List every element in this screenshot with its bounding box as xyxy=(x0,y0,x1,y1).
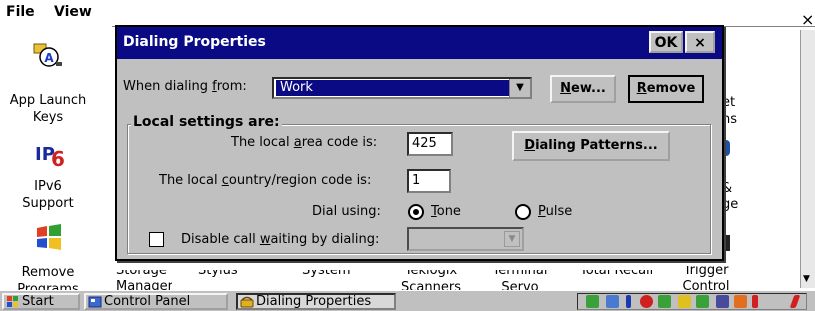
teklogix-scanners-label: Teklogix Scanners xyxy=(401,270,461,290)
new-location-button[interactable]: New... xyxy=(550,75,616,103)
info-icon[interactable] xyxy=(626,295,631,308)
disable-call-waiting-checkbox[interactable] xyxy=(149,232,164,247)
phone-icon xyxy=(240,296,254,308)
chevron-down-icon[interactable]: ▼ xyxy=(509,79,530,97)
connection-icon[interactable] xyxy=(606,295,619,308)
control-panel-icon xyxy=(88,296,102,308)
scroll-down-arrow-icon[interactable]: ▼ xyxy=(803,274,810,284)
pulse-label[interactable]: Pulse xyxy=(538,204,572,219)
signal-icon[interactable] xyxy=(752,295,758,308)
taskbar-dialing-properties[interactable]: Dialing Properties xyxy=(236,293,396,310)
chevron-down-icon[interactable]: ▼ xyxy=(504,231,520,247)
storage-manager-label: Storage Manager xyxy=(116,270,172,290)
dialing-from-value: Work xyxy=(276,80,514,96)
call-waiting-select[interactable]: ▼ xyxy=(407,227,524,251)
item-label: App Launch Keys xyxy=(9,93,87,125)
country-code-label: The local country/region code is: xyxy=(159,173,372,188)
control-panel-title-area xyxy=(112,0,815,27)
menu-file[interactable]: File xyxy=(6,4,35,20)
remove-location-button[interactable]: Remove xyxy=(628,75,704,103)
dialing-from-select[interactable]: Work ▼ xyxy=(272,77,532,99)
pulse-radio[interactable] xyxy=(515,204,531,220)
scanner-icon[interactable] xyxy=(734,295,747,308)
remove-programs-icon xyxy=(37,224,61,250)
pen-icon[interactable] xyxy=(789,295,801,308)
ipv6-icon: IP 6 xyxy=(35,144,65,170)
app-launch-keys-icon: A xyxy=(33,43,62,67)
control-panel-task-label: Control Panel xyxy=(104,294,191,309)
svg-text:A: A xyxy=(44,51,54,65)
system-tray xyxy=(577,293,807,310)
item-label-fragment: ns xyxy=(722,112,738,127)
tone-radio[interactable] xyxy=(408,204,424,220)
total-recall-label: Total Recall xyxy=(580,270,654,278)
network-icon[interactable] xyxy=(586,295,599,308)
taskbar: Start Control Panel Dialing Properties xyxy=(0,290,815,311)
area-code-input[interactable]: 425 xyxy=(407,132,453,156)
network-icon-3[interactable] xyxy=(696,295,709,308)
start-label: Start xyxy=(22,294,54,309)
control-panel-close-icon[interactable]: × xyxy=(801,12,814,28)
vertical-scrollbar[interactable]: ▼ xyxy=(800,30,815,288)
windows-flag-icon xyxy=(7,296,18,307)
svg-text:6: 6 xyxy=(51,147,65,170)
local-settings-heading: Local settings are: xyxy=(131,114,282,130)
menu-bar: File View xyxy=(0,0,120,28)
dialing-from-label: When dialing from: xyxy=(123,79,247,94)
ok-button[interactable]: OK xyxy=(649,31,683,53)
dialing-properties-task-label: Dialing Properties xyxy=(256,294,372,309)
network-icon-2[interactable] xyxy=(658,295,671,308)
item-label: IPv6 Support xyxy=(22,179,74,211)
menu-view[interactable]: View xyxy=(54,4,92,20)
terminal-servo-label: Terminal Servo xyxy=(492,270,548,290)
dialing-patterns-button[interactable]: Dialing Patterns... xyxy=(512,131,670,161)
dialog-titlebar[interactable]: Dialing Properties OK × xyxy=(117,27,722,59)
start-button[interactable]: Start xyxy=(2,293,80,310)
battery-icon[interactable] xyxy=(678,295,691,308)
no-sync-icon[interactable] xyxy=(640,295,653,308)
area-code-label: The local area code is: xyxy=(231,135,378,150)
dialog-title: Dialing Properties xyxy=(123,34,266,50)
dialing-properties-dialog: Dialing Properties OK × When dialing fro… xyxy=(115,25,724,261)
stylus-label: Stylus xyxy=(198,270,238,278)
trigger-control-label: Trigger Control xyxy=(682,266,730,290)
keyboard-icon[interactable] xyxy=(716,295,729,308)
system-label: System xyxy=(302,270,351,278)
taskbar-control-panel[interactable]: Control Panel xyxy=(84,293,228,310)
tone-label[interactable]: Tone xyxy=(431,204,461,219)
call-waiting-label: Disable call waiting by dialing: xyxy=(181,232,380,247)
dial-using-label: Dial using: xyxy=(312,204,381,219)
close-button[interactable]: × xyxy=(685,31,715,53)
item-label-fragment: ge xyxy=(722,197,739,212)
country-code-input[interactable]: 1 xyxy=(407,169,451,193)
